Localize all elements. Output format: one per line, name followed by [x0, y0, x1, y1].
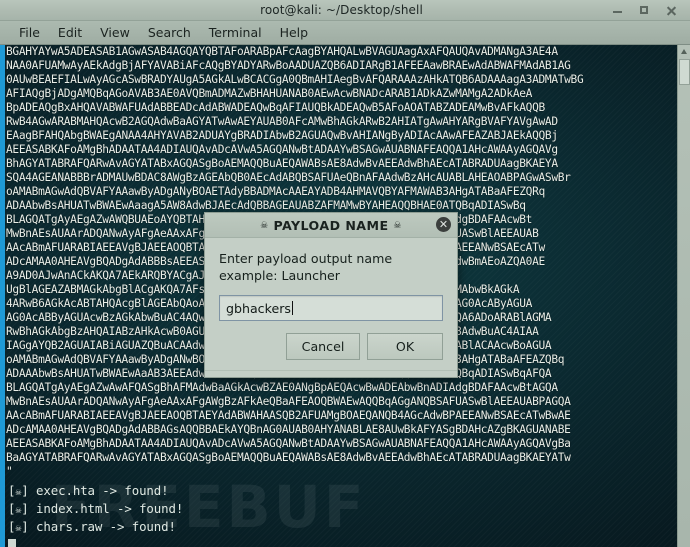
bracket-right: ] — [21, 483, 29, 498]
menu-item-terminal[interactable]: Terminal — [200, 23, 271, 42]
payload-line: " — [6, 465, 13, 479]
payload-line: AEEASABKAFoAMgBhADAATAA4ADIAUQAvADcAVwA5… — [6, 143, 558, 157]
payload-name-input-value: gbhackers — [226, 300, 291, 316]
payload-line: NAA0AFUAMwAyAEkAdgBjAFYAVABiAFcAQgBYADYA… — [6, 59, 571, 73]
payload-line: AFIAQgBjADgAMQBqAGoAVAB3AE0AVQBmADMAZwBH… — [6, 87, 533, 101]
text-caret — [291, 301, 293, 315]
terminal-output-line: [☠] index.html -> found! — [8, 501, 183, 519]
dialog-titlebar: ☠ PAYLOAD NAME ☠ ✕ — [205, 213, 457, 238]
cursor-block — [8, 538, 16, 547]
menubar: File Edit View Search Terminal Help — [0, 21, 690, 45]
payload-name-input[interactable]: gbhackers — [219, 295, 443, 321]
close-icon[interactable] — [665, 4, 678, 17]
payload-line: SQA4AGEANABBBrADMAUwBDAC8AWgBzAGEAbQB0AE… — [6, 171, 571, 185]
menu-item-help[interactable]: Help — [271, 23, 318, 42]
terminal-window: root@kali: ~/Desktop/shell File Edit Vie… — [0, 0, 690, 547]
maximize-icon[interactable] — [638, 4, 651, 17]
cancel-button[interactable]: Cancel — [286, 333, 360, 360]
payload-name-dialog: ☠ PAYLOAD NAME ☠ ✕ Enter payload output … — [204, 212, 458, 378]
payload-line: BaAGYATABRAFQARwAvAGYATABxAGQASgBoAEMAQQ… — [6, 451, 571, 465]
window-title: root@kali: ~/Desktop/shell — [260, 3, 423, 17]
payload-line: BhAGYATABRAFQARwAvAGYATABxAGQASgBoAEMAQQ… — [6, 157, 558, 171]
dialog-prompt-line-1: Enter payload output name — [219, 251, 393, 266]
menu-item-view[interactable]: View — [91, 23, 139, 42]
payload-line: AEEASABKAFoAMgBhADAATAA4ADIAUQAvADcAVwA5… — [6, 437, 571, 451]
window-controls — [611, 4, 690, 17]
payload-line: ADcAMAA0AHEAVgBQADgAdABBAGsAQQBBAEkAYQBn… — [6, 423, 571, 437]
payload-line: BpADEAQgBxAHQAVABWAFUAdABBEADcAdABWADEAQ… — [6, 101, 545, 115]
skull-icon-right: ☠ — [393, 220, 402, 231]
output-text: index.html -> found! — [28, 501, 184, 517]
payload-line: 0AUwBEAEFIALwAyAGcASwBRADYAUgA5AGkALwBCA… — [6, 73, 584, 87]
payload-line: oAMABmAGwAdQBVAFYAAawByADgANyBOAETAdyBBA… — [6, 185, 545, 199]
output-text: exec.hta -> found! — [28, 483, 169, 498]
window-titlebar: root@kali: ~/Desktop/shell — [0, 0, 690, 21]
payload-line: BGAHYAYwA5ADEASAB1AGwASAB4AGQAYQBTAFoARA… — [6, 45, 558, 58]
bracket-right: ] — [21, 501, 29, 517]
payload-line: AAcABmAFUARABIAEEAVgBJAEEAOQBTAEYAdABWAH… — [6, 409, 571, 423]
dialog-close-button[interactable]: ✕ — [436, 217, 451, 232]
payload-line: RwB4AGwARABMAHQAcwB2AGQAdwBaAGYATwAwAEYA… — [6, 115, 558, 129]
menu-item-file[interactable]: File — [10, 23, 49, 42]
terminal-status-output: [☠] exec.hta -> found! [☠] index.html -> … — [8, 483, 183, 547]
dialog-button-row: Cancel OK — [219, 333, 443, 360]
dialog-title: ☠ PAYLOAD NAME ☠ — [260, 218, 402, 233]
terminal-output-line: [☠] exec.hta -> found! — [8, 483, 183, 501]
dialog-prompt-line-2: example: Launcher — [219, 268, 340, 283]
dialog-footer — [205, 370, 457, 377]
minimize-icon[interactable] — [611, 4, 624, 17]
bracket-right: ] — [21, 519, 29, 535]
ok-button[interactable]: OK — [367, 333, 443, 360]
close-x-icon: ✕ — [438, 218, 449, 231]
scrollbar-thumb[interactable] — [679, 59, 690, 85]
menu-item-edit[interactable]: Edit — [49, 23, 91, 42]
skull-icon-left: ☠ — [260, 220, 269, 231]
payload-line: MwBnAEsAUAArADQANwAyAFgAeAAxAFgAWgBzAFkA… — [6, 395, 571, 409]
payload-line: BLAGQATgAyAEgAZwAwAFQASgBhAFMAdwBaAGkAcw… — [6, 381, 558, 395]
payload-line: EAagBFAHQAbgBWAEgANAA4AHYAVAB2ADUAYgBRAD… — [6, 129, 558, 143]
scroll-up-icon[interactable] — [681, 49, 687, 54]
terminal-output-line: [☠] chars.raw -> found! — [8, 519, 183, 537]
terminal-scrollbar[interactable] — [677, 45, 690, 547]
output-text: chars.raw -> found! — [28, 519, 176, 535]
terminal-cursor — [8, 538, 183, 547]
dialog-title-text: PAYLOAD NAME — [273, 217, 389, 233]
dialog-body: Enter payload output name example: Launc… — [205, 238, 457, 370]
menu-item-search[interactable]: Search — [139, 23, 200, 42]
